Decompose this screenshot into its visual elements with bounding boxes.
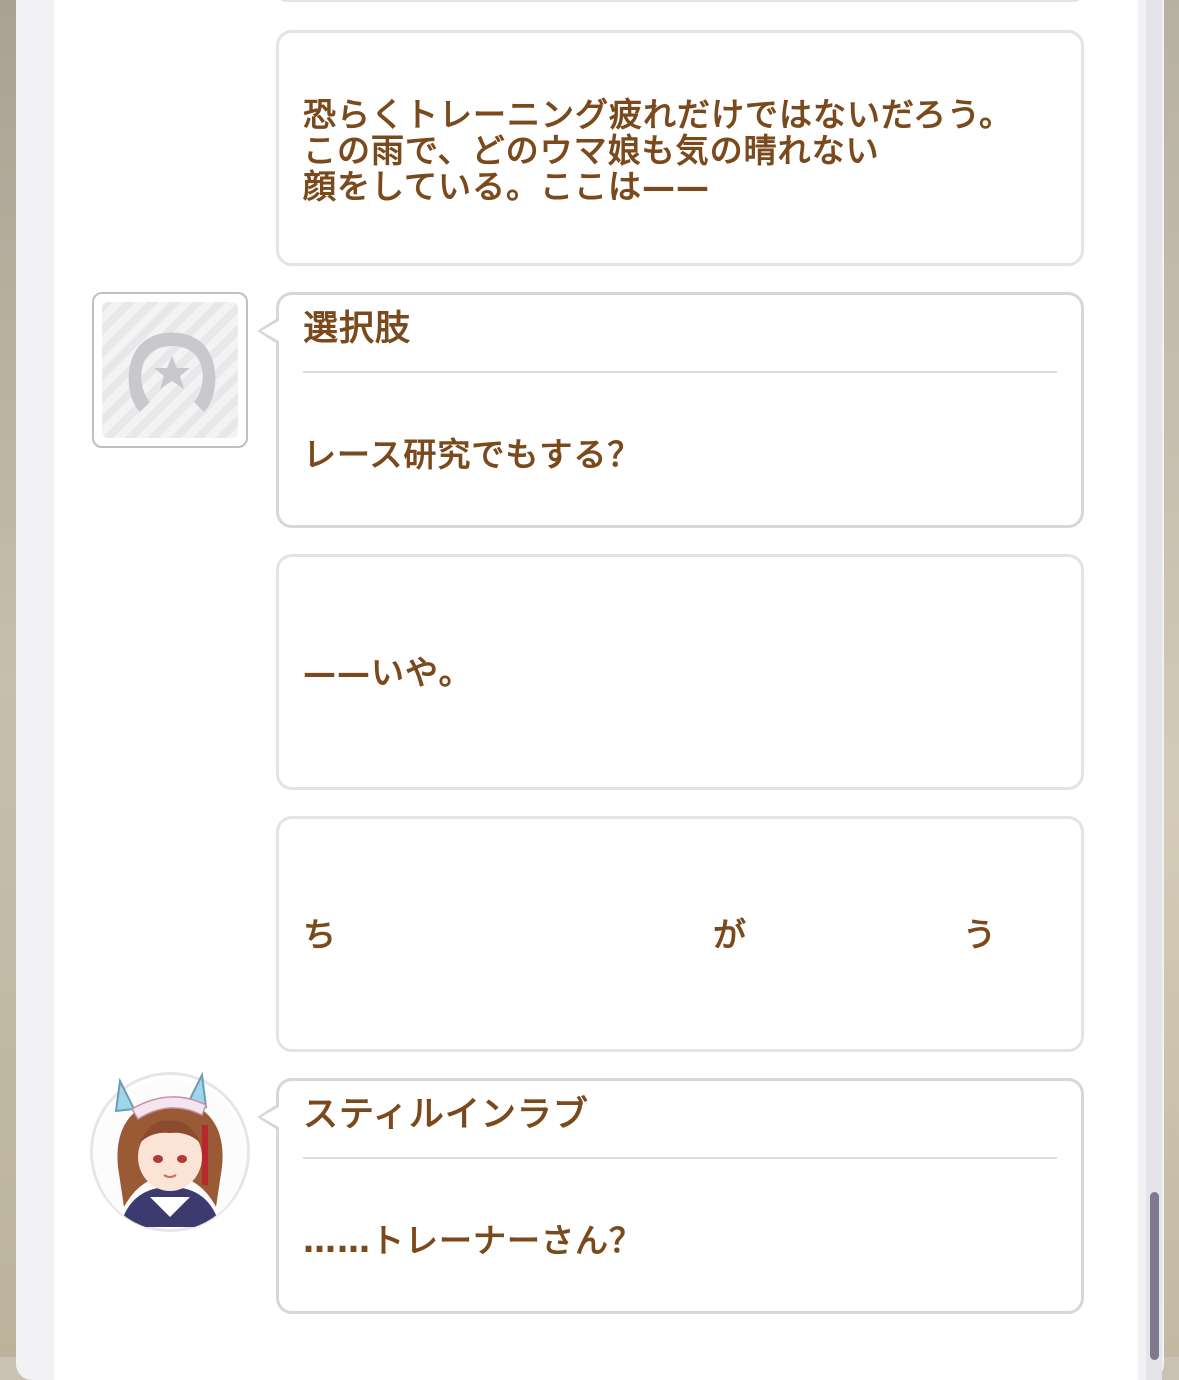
narration-line: 顔をしている。ここは—— [303, 167, 711, 206]
speaker-name: 選択肢 [303, 309, 412, 349]
narration-line: この雨で、どのウマ娘も気の晴れない [303, 131, 880, 170]
narration-text: ——いや。 [303, 653, 473, 692]
char: う [963, 915, 997, 954]
speaker-name: スティルインラブ [303, 1095, 589, 1135]
scrollbar-thumb[interactable] [1150, 1192, 1159, 1360]
previous-message-bubble [276, 0, 1084, 2]
choice-bubble[interactable]: 選択肢 レース研究でもする？ [257, 292, 1084, 528]
narration-bubble: ——いや。 [276, 554, 1084, 790]
choice-avatar [92, 292, 248, 448]
narration-bubble: ち が う [276, 816, 1084, 1052]
narration-line: 恐らくトレーニング疲れだけではないだろう。 [303, 95, 1014, 134]
narration-bubble: 恐らくトレーニング疲れだけではないだろう。 この雨で、どのウマ娘も気の晴れない … [276, 30, 1084, 266]
choice-text: レース研究でもする？ [303, 435, 642, 474]
character-portrait [94, 1071, 246, 1227]
char: が [713, 915, 747, 954]
divider [303, 1157, 1057, 1159]
speech-text: ……トレーナーさん？ [303, 1221, 643, 1260]
character-avatar [90, 1071, 250, 1232]
divider [303, 371, 1057, 373]
character-speech-bubble[interactable]: スティルインラブ ……トレーナーさん？ [257, 1078, 1084, 1314]
char: ち [303, 915, 337, 954]
scrollbar-track[interactable] [1146, 0, 1162, 1380]
horseshoe-star-icon [128, 332, 216, 412]
spread-text: ち が う [303, 917, 997, 953]
